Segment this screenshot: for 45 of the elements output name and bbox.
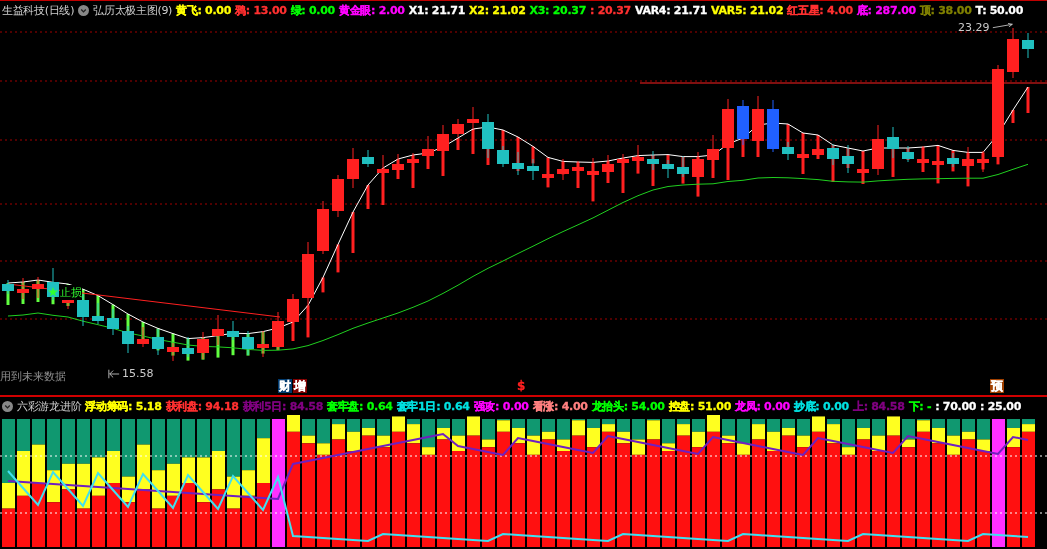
- future-data-note: 用到未来数据: [0, 369, 66, 384]
- dropdown-icon[interactable]: [78, 4, 90, 16]
- indicator-readout: : 70.00: [935, 399, 977, 413]
- indicator-readout: 获利5日: 84.58: [242, 398, 323, 414]
- indicator-readout: 黄飞: 0.00: [176, 2, 232, 18]
- indicator-readout: 黄金眼: 2.00: [338, 2, 405, 18]
- indicator-readout: 套牢1日: 0.64: [396, 398, 470, 414]
- indicator-readout: 鸦: 13.00: [235, 2, 287, 18]
- indicator-readout: : 20.37: [590, 3, 631, 17]
- indicator-readout: 绿: 0.00: [290, 2, 335, 18]
- arrow-icon: [108, 369, 120, 379]
- indicator-readout: 获利盘: 94.18: [165, 398, 239, 414]
- indicator-readout: 龙抬头: 54.00: [591, 398, 665, 414]
- high-price-marker: 23.29: [958, 21, 990, 34]
- indicator-name: 六彩游龙进阶: [17, 398, 82, 414]
- event-marker: 预: [990, 379, 1004, 393]
- indicator-readout: X1: 21.71: [408, 3, 466, 17]
- indicator-readout: 套牢盘: 0.64: [327, 398, 393, 414]
- indicator-readout: 底: 287.00: [856, 2, 916, 18]
- indicator-readout: 强攻: 0.00: [473, 398, 529, 414]
- stock-title: 生益科技(日线): [2, 2, 75, 18]
- indicator-readout: 抄底: 0.00: [793, 398, 849, 414]
- star-icon: [48, 287, 58, 297]
- indicator-readout: VAR5: 21.02: [711, 3, 784, 17]
- indicator-readout: X2: 21.02: [469, 3, 526, 17]
- indicator-readout: 顶: 38.00: [919, 2, 972, 18]
- indicator-readout: 龙凤: 0.00: [735, 398, 790, 414]
- indicator-readout: X3: 20.37: [529, 3, 587, 17]
- indicator-name: 弘历太极主图(9): [93, 2, 173, 18]
- indicator-readout: 看涨: 4.00: [532, 398, 588, 414]
- indicator-readout: 控盘: 51.00: [668, 398, 731, 414]
- indicator-readout: 红五星: 4.00: [787, 2, 853, 18]
- event-marker: 增: [293, 379, 307, 393]
- stop-loss-label: 止损: [60, 285, 82, 300]
- indicator-readout: 上: 84.58: [852, 398, 905, 414]
- dropdown-icon[interactable]: [2, 400, 13, 412]
- indicator-readout: : 25.00: [980, 399, 1022, 413]
- indicator-readout: 下: -: [908, 398, 932, 414]
- event-marker: $: [516, 379, 527, 393]
- event-marker: 财: [278, 379, 292, 393]
- arrow-icon: [992, 22, 1014, 30]
- low-price-marker: 15.58: [122, 367, 154, 380]
- indicator-readout: 浮动筹码: 5.18: [85, 398, 162, 414]
- indicator-readout: T: 50.00: [975, 3, 1024, 17]
- indicator-readout: VAR4: 21.71: [634, 3, 708, 17]
